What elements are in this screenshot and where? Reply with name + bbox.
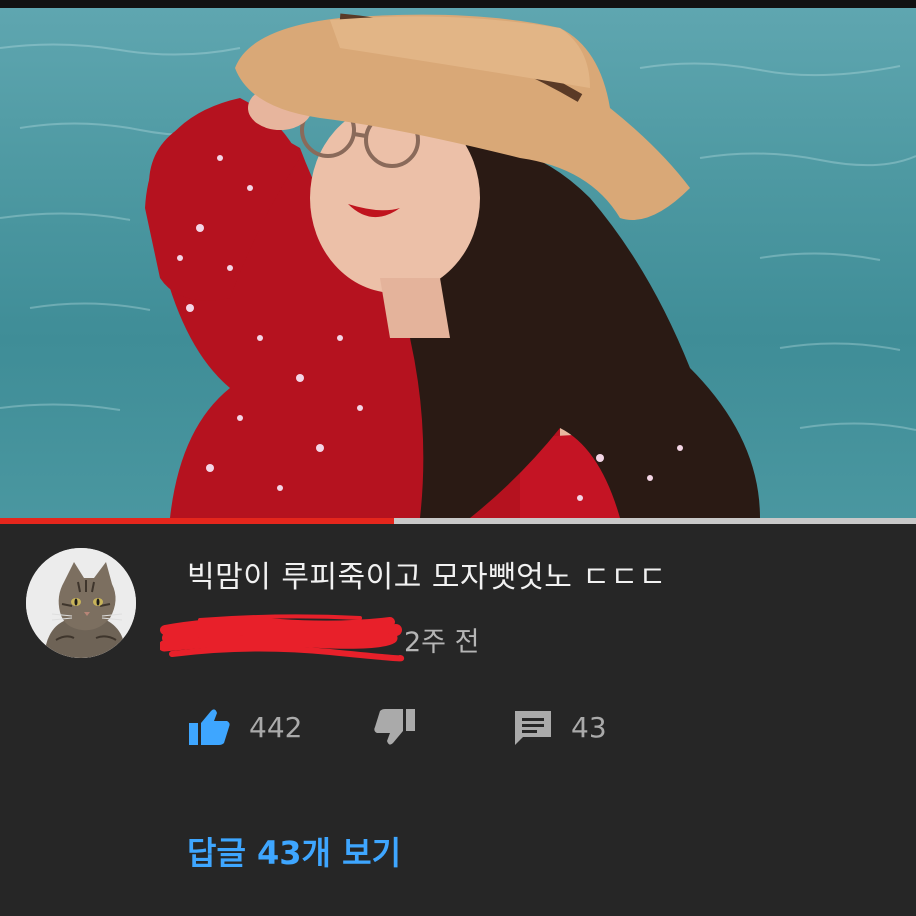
dislike-button[interactable]	[373, 704, 417, 750]
cat-avatar-drawing	[26, 548, 136, 658]
view-replies-link[interactable]: 답글 43개 보기	[187, 828, 401, 874]
video-thumbnail[interactable]	[0, 8, 916, 518]
comment-meta: 2주 전	[160, 608, 520, 678]
comment-actions: 442 43	[187, 704, 687, 750]
comment-item: 빅맘이 루피죽이고 모자뺏엇노 ㄷㄷㄷ 2주 전 442 43 답글 43개 보…	[0, 524, 916, 916]
reply-button[interactable]: 43	[513, 704, 607, 750]
thumb-down-icon	[374, 709, 415, 745]
video-scene	[0, 13, 916, 518]
cat-avatar-icon[interactable]	[26, 548, 136, 658]
like-count: 442	[249, 710, 303, 744]
thumb-up-icon	[189, 709, 230, 745]
reply-count: 43	[571, 710, 607, 744]
comment-timestamp: 2주 전	[404, 627, 480, 658]
comment-icon	[515, 711, 551, 745]
like-button[interactable]: 442	[187, 704, 302, 750]
comment-screenshot: 빅맘이 루피죽이고 모자뺏엇노 ㄷㄷㄷ 2주 전 442 43 답글 43개 보…	[0, 0, 916, 916]
comment-text: 빅맘이 루피죽이고 모자뺏엇노 ㄷㄷㄷ	[187, 560, 667, 595]
redacted-author-scribble	[160, 614, 405, 662]
